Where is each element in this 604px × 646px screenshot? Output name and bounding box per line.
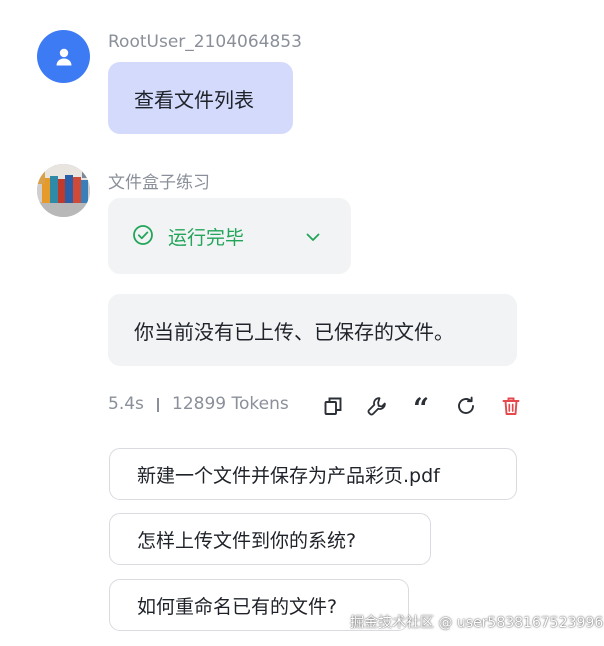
person-icon — [56, 48, 71, 65]
suggestion-chip[interactable]: 怎样上传文件到你的系统? — [109, 513, 431, 565]
delete-icon[interactable] — [499, 394, 523, 418]
meta-divider — [157, 398, 159, 412]
quote-icon[interactable]: “ — [409, 394, 433, 423]
bot-reply-bubble: 你当前没有已上传、已保存的文件。 — [108, 294, 517, 366]
response-duration: 5.4s — [108, 394, 144, 414]
wrench-icon[interactable] — [365, 394, 389, 418]
check-circle-icon — [132, 224, 154, 250]
refresh-icon[interactable] — [454, 394, 478, 418]
token-count: 12899 Tokens — [172, 394, 289, 414]
run-status-text: 运行完毕 — [168, 227, 245, 249]
user-message-bubble: 查看文件列表 — [108, 62, 293, 134]
copy-icon[interactable] — [321, 394, 345, 418]
run-status-panel[interactable]: 运行完毕 — [108, 198, 351, 274]
user-avatar — [37, 30, 90, 83]
binders-image — [37, 164, 90, 217]
watermark: 掘金技术社区 @ user5838167523996 — [350, 615, 604, 631]
chevron-down-icon[interactable] — [304, 228, 322, 250]
bot-avatar — [37, 164, 90, 217]
bot-name: 文件盒子练习 — [108, 173, 210, 193]
user-name: RootUser_2104064853 — [108, 32, 302, 52]
suggestion-chip[interactable]: 新建一个文件并保存为产品彩页.pdf — [109, 448, 517, 500]
